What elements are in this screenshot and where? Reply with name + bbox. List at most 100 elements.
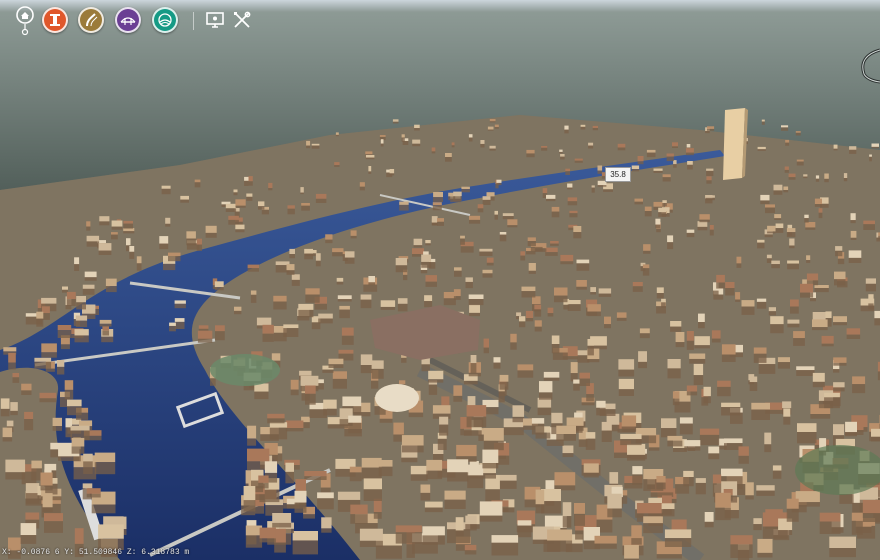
building-side: [246, 196, 253, 201]
building-side: [247, 268, 259, 272]
tools-button[interactable]: [232, 10, 252, 30]
building: [770, 316, 784, 325]
bridge-layer-button[interactable]: [115, 7, 141, 33]
building-side: [634, 201, 643, 205]
building: [283, 324, 299, 329]
building: [21, 383, 32, 391]
3d-city-map[interactable]: [0, 0, 880, 560]
building-side: [503, 427, 524, 436]
building-side: [770, 324, 784, 334]
building-side: [687, 164, 693, 170]
height-label: 35.8: [605, 167, 631, 182]
compass-icon[interactable]: [858, 48, 880, 84]
building-side: [717, 386, 731, 397]
building-side: [74, 335, 89, 343]
building-side: [91, 504, 116, 514]
building: [10, 402, 18, 411]
building-side: [517, 525, 532, 538]
building: [289, 248, 295, 254]
building-side: [273, 301, 287, 310]
building-side: [454, 270, 462, 277]
building-side: [617, 147, 626, 151]
building-side: [803, 176, 808, 179]
building: [545, 247, 558, 253]
building: [40, 472, 53, 486]
building: [576, 280, 587, 287]
building: [539, 381, 553, 393]
building: [550, 241, 559, 244]
road-layer-button[interactable]: [78, 7, 104, 33]
building-side: [871, 436, 880, 442]
building-side: [664, 538, 692, 547]
building-side: [790, 306, 799, 314]
building: [862, 500, 880, 514]
building: [865, 278, 876, 284]
building-side: [74, 264, 80, 271]
building-side: [521, 291, 536, 298]
terrain-layer-button[interactable]: [152, 7, 178, 33]
building: [667, 235, 674, 243]
building-side: [706, 170, 714, 176]
building: [833, 357, 847, 363]
building: [797, 423, 817, 432]
building-side: [453, 296, 461, 300]
building: [198, 325, 209, 329]
building: [574, 158, 583, 161]
building-side: [716, 282, 725, 289]
building: [301, 203, 310, 206]
building: [686, 331, 694, 341]
building-side: [304, 253, 313, 260]
presentation-button[interactable]: [205, 10, 225, 30]
building-side: [111, 226, 123, 230]
building-side: [294, 502, 307, 513]
building-side: [460, 246, 474, 253]
building-side: [291, 279, 300, 286]
building-side: [546, 198, 556, 202]
building: [526, 149, 535, 154]
building-side: [453, 395, 463, 402]
building: [829, 536, 856, 548]
building: [824, 392, 840, 398]
building-side: [136, 263, 142, 271]
building-side: [708, 453, 720, 460]
home-button[interactable]: [15, 6, 35, 36]
building-side: [40, 485, 53, 491]
building-layer-button[interactable]: [42, 7, 68, 33]
building-side: [444, 499, 466, 509]
building: [556, 425, 576, 434]
building-side: [360, 299, 372, 309]
building-side: [569, 213, 578, 218]
building-side: [325, 239, 333, 244]
building-side: [334, 165, 340, 167]
building-side: [573, 383, 580, 391]
building: [420, 484, 431, 493]
building: [705, 195, 715, 198]
building: [317, 492, 334, 499]
building-side: [796, 370, 815, 376]
building-side: [715, 507, 731, 521]
building: [535, 489, 545, 505]
building-side: [627, 454, 646, 461]
building-side: [684, 446, 701, 451]
building-side: [428, 384, 438, 395]
building-side: [778, 530, 793, 535]
building-side: [539, 392, 553, 400]
building: [336, 277, 344, 282]
building-side: [52, 426, 62, 431]
building-side: [597, 185, 607, 187]
building: [749, 376, 758, 383]
building: [786, 228, 796, 233]
building-side: [468, 299, 484, 306]
building-side: [758, 364, 776, 374]
building-side: [86, 493, 101, 498]
building-side: [445, 157, 452, 162]
building: [617, 143, 626, 148]
building: [662, 200, 667, 203]
building-side: [361, 467, 382, 480]
building-side: [800, 292, 814, 298]
building: [52, 417, 62, 426]
building-side: [424, 301, 433, 308]
building: [573, 379, 580, 384]
building: [693, 363, 704, 376]
building: [425, 240, 431, 244]
